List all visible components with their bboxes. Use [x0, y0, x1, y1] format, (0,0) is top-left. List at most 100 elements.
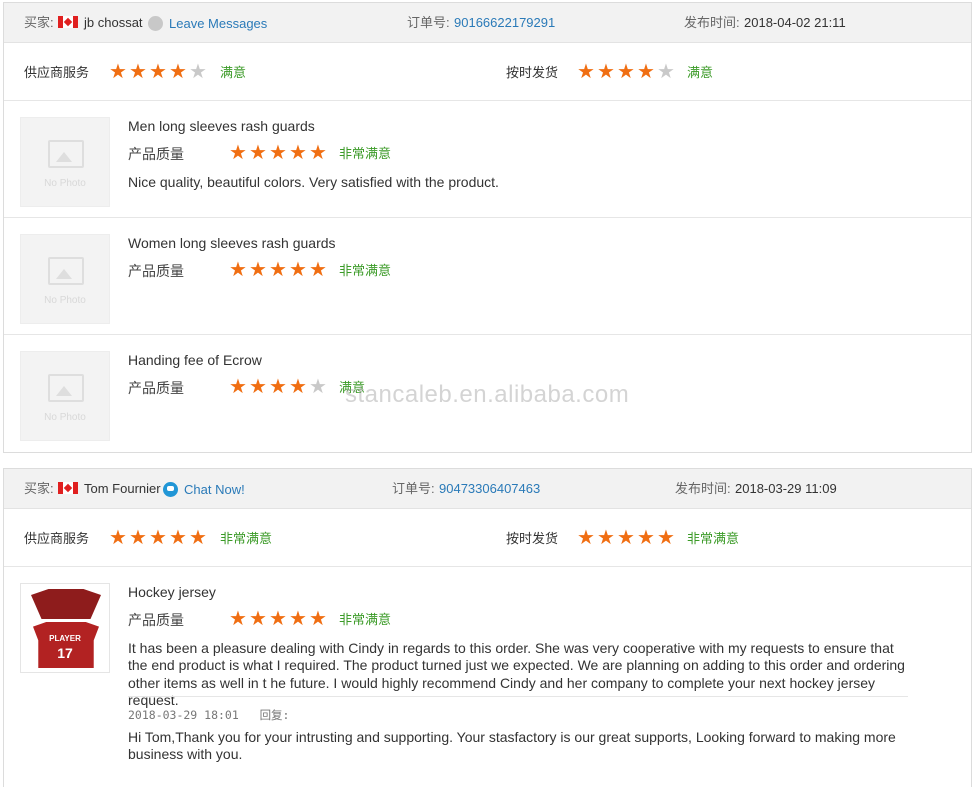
- star-filled-icon: ★: [309, 142, 327, 164]
- product-quality-stars: ★ ★ ★ ★ ★: [228, 608, 328, 630]
- star-filled-icon: ★: [309, 608, 327, 630]
- on-time-delivery-stars: ★ ★ ★ ★ ★: [576, 61, 676, 83]
- image-placeholder-icon: [48, 257, 84, 285]
- buyer-info: Tom Fournier: [58, 482, 161, 496]
- product-quality-label: 产品质量: [128, 263, 184, 279]
- buyer-label: 买家:: [24, 481, 54, 496]
- no-photo-text: No Photo: [44, 178, 86, 189]
- chat-now-link[interactable]: Chat Now!: [163, 482, 245, 497]
- supplier-service-label: 供应商服务: [24, 531, 90, 546]
- star-filled-icon: ★: [269, 259, 287, 281]
- on-time-delivery-verdict: 满意: [687, 65, 714, 80]
- reply-meta: 2018-03-29 18:01 回复:: [128, 707, 290, 723]
- contact-label: Leave Messages: [169, 16, 268, 31]
- product-thumbnail[interactable]: No Photo: [20, 117, 110, 207]
- buyer-info: jb chossat: [58, 16, 143, 30]
- star-filled-icon: ★: [189, 527, 207, 549]
- star-filled-icon: ★: [229, 376, 247, 398]
- star-filled-icon: ★: [229, 259, 247, 281]
- review-card: 买家: jb chossat Leave Messages 订单号: 90166…: [3, 2, 972, 453]
- star-filled-icon: ★: [129, 61, 147, 83]
- star-filled-icon: ★: [577, 527, 595, 549]
- star-empty-icon: ★: [309, 376, 327, 398]
- product-quality-verdict: 非常满意: [339, 612, 392, 627]
- star-filled-icon: ★: [289, 608, 307, 630]
- star-empty-icon: ★: [189, 61, 207, 83]
- supplier-service-stars: ★ ★ ★ ★ ★: [108, 61, 208, 83]
- review-comment: It has been a pleasure dealing with Cind…: [128, 640, 905, 708]
- contact-label: Chat Now!: [184, 482, 245, 497]
- publish-time-label: 发布时间:: [675, 481, 731, 496]
- product-thumbnail[interactable]: No Photo: [20, 351, 110, 441]
- no-photo-text: No Photo: [44, 295, 86, 306]
- jersey-player-text: PLAYER: [49, 634, 81, 643]
- on-time-delivery-label: 按时发货: [506, 531, 559, 546]
- star-empty-icon: ★: [657, 61, 675, 83]
- product-review: No Photo Women long sleeves rash guards …: [4, 218, 971, 335]
- star-filled-icon: ★: [269, 376, 287, 398]
- product-quality-label: 产品质量: [128, 612, 184, 628]
- star-filled-icon: ★: [249, 142, 267, 164]
- product-review: No Photo Handing fee of Ecrow 产品质量 ★ ★ ★ ★ ★…: [4, 335, 971, 452]
- star-filled-icon: ★: [577, 61, 595, 83]
- review-header: 买家: Tom Fournier Chat Now! 订单号: 90473306…: [4, 469, 971, 509]
- product-quality-verdict: 非常满意: [339, 263, 392, 278]
- star-filled-icon: ★: [109, 61, 127, 83]
- star-filled-icon: ★: [289, 376, 307, 398]
- star-filled-icon: ★: [229, 608, 247, 630]
- seller-ratings: 供应商服务 ★ ★ ★ ★ ★ 非常满意 按时发货 ★ ★ ★ ★ ★ 非常满意: [4, 509, 971, 567]
- review-card: 买家: Tom Fournier Chat Now! 订单号: 90473306…: [3, 468, 972, 787]
- leave-messages-link[interactable]: Leave Messages: [148, 16, 267, 31]
- order-number-label: 订单号:: [392, 481, 435, 496]
- order-number-label: 订单号:: [407, 15, 450, 30]
- supplier-service-label: 供应商服务: [24, 65, 90, 80]
- chat-icon: [163, 482, 178, 497]
- buyer-name: jb chossat: [84, 15, 143, 30]
- product-quality-stars: ★ ★ ★ ★ ★: [228, 142, 328, 164]
- jersey-number: 17: [57, 645, 73, 661]
- order-number-link[interactable]: 90166622179291: [454, 16, 555, 30]
- reply-label: 回复:: [259, 708, 290, 722]
- review-header: 买家: jb chossat Leave Messages 订单号: 90166…: [4, 3, 971, 43]
- star-filled-icon: ★: [637, 527, 655, 549]
- jersey-back-shape: [31, 589, 101, 619]
- product-name[interactable]: Handing fee of Ecrow: [128, 352, 262, 368]
- reply-divider: [128, 696, 908, 697]
- star-filled-icon: ★: [289, 142, 307, 164]
- star-filled-icon: ★: [617, 527, 635, 549]
- order-number-link[interactable]: 90473306407463: [439, 482, 540, 496]
- canada-flag-icon: [58, 482, 78, 494]
- product-quality-label: 产品质量: [128, 146, 184, 162]
- buyer-name: Tom Fournier: [84, 481, 161, 496]
- review-comment: Nice quality, beautiful colors. Very sat…: [128, 174, 499, 190]
- product-quality-stars: ★ ★ ★ ★ ★: [228, 376, 328, 398]
- publish-time: 2018-04-02 21:11: [744, 15, 846, 30]
- product-quality-verdict: 非常满意: [339, 146, 392, 161]
- product-name[interactable]: Hockey jersey: [128, 584, 216, 600]
- star-filled-icon: ★: [597, 61, 615, 83]
- star-filled-icon: ★: [169, 527, 187, 549]
- star-filled-icon: ★: [169, 61, 187, 83]
- star-filled-icon: ★: [637, 61, 655, 83]
- star-filled-icon: ★: [597, 527, 615, 549]
- star-filled-icon: ★: [269, 608, 287, 630]
- product-quality-verdict: 满意: [339, 380, 366, 395]
- star-filled-icon: ★: [229, 142, 247, 164]
- product-review: No Photo Men long sleeves rash guards 产品…: [4, 101, 971, 218]
- seller-reply: Hi Tom,Thank you for your intrusting and…: [128, 729, 896, 763]
- product-quality-label: 产品质量: [128, 380, 184, 396]
- hockey-jersey-image[interactable]: PLAYER 17: [20, 583, 110, 673]
- product-name[interactable]: Men long sleeves rash guards: [128, 118, 315, 134]
- star-filled-icon: ★: [309, 259, 327, 281]
- product-name[interactable]: Women long sleeves rash guards: [128, 235, 336, 251]
- publish-time-label: 发布时间:: [684, 15, 740, 30]
- image-placeholder-icon: [48, 374, 84, 402]
- product-thumbnail[interactable]: No Photo: [20, 234, 110, 324]
- on-time-delivery-verdict: 非常满意: [687, 531, 740, 546]
- star-filled-icon: ★: [149, 61, 167, 83]
- image-placeholder-icon: [48, 140, 84, 168]
- star-filled-icon: ★: [617, 61, 635, 83]
- reply-time: 2018-03-29 18:01: [128, 708, 239, 722]
- supplier-service-stars: ★ ★ ★ ★ ★: [108, 527, 208, 549]
- publish-time: 2018-03-29 11:09: [735, 481, 837, 496]
